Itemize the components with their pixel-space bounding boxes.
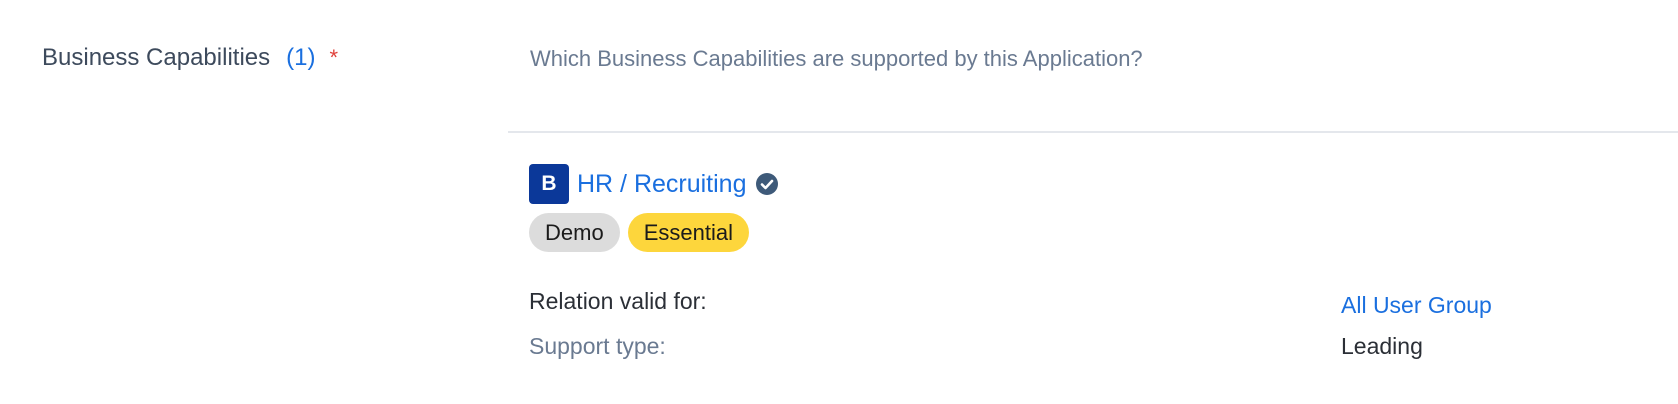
relation-header: B HR / Recruiting — [529, 164, 779, 204]
tag-list: Demo Essential — [529, 213, 757, 252]
field-label-text: Business Capabilities — [42, 44, 271, 71]
relation-valid-for-label: Relation valid for: — [529, 288, 707, 314]
support-type-value: Leading — [1341, 333, 1423, 359]
fact-sheet-link[interactable]: HR / Recruiting — [577, 170, 747, 199]
relation-valid-for-value[interactable]: All User Group — [1341, 292, 1492, 319]
check-circle-icon — [755, 172, 779, 196]
field-label: Business Capabilities (1) * — [42, 44, 338, 72]
tag-essential[interactable]: Essential — [627, 213, 749, 252]
field-count: (1) — [286, 44, 316, 71]
fact-sheet-type-badge: B — [529, 164, 569, 204]
required-mark: * — [329, 45, 339, 70]
divider — [508, 131, 1678, 133]
support-type-label: Support type: — [529, 333, 666, 359]
tag-demo[interactable]: Demo — [529, 213, 620, 252]
field-question: Which Business Capabilities are supporte… — [530, 46, 1143, 71]
